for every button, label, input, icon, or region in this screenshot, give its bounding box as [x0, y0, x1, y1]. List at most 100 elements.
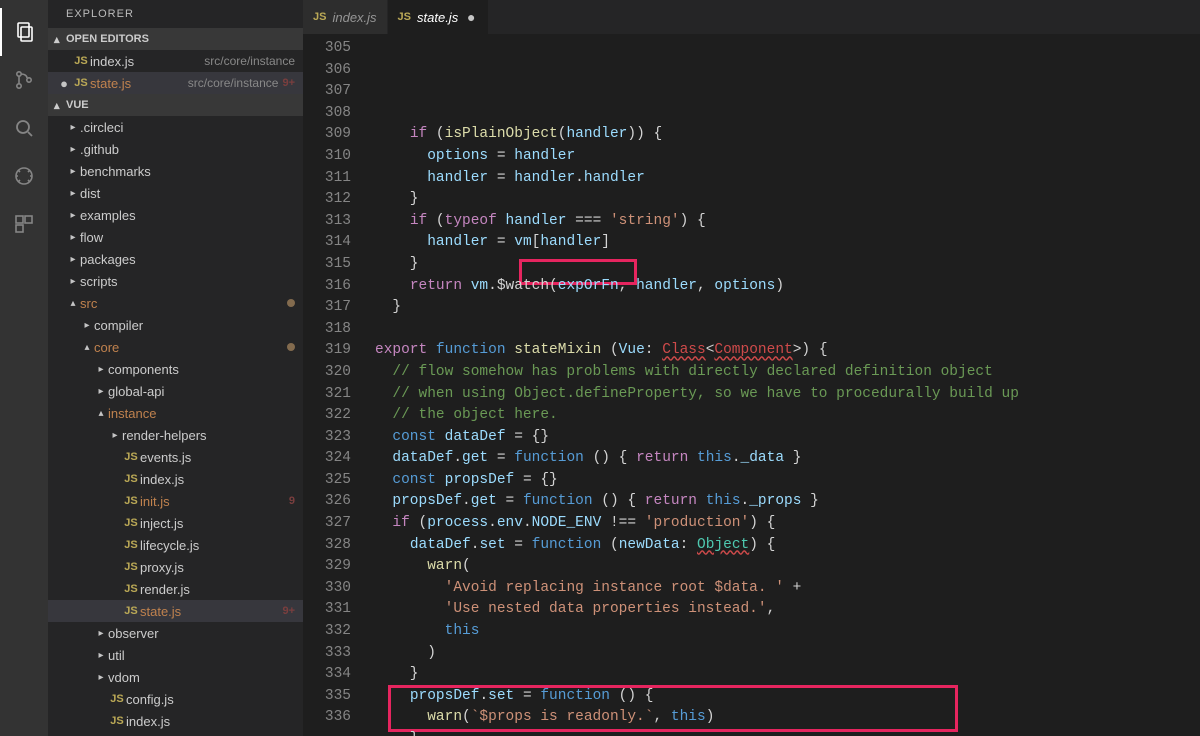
folder-item[interactable]: ▸vdom — [48, 666, 303, 688]
folder-item[interactable]: ▸benchmarks — [48, 160, 303, 182]
twisty-icon: ▸ — [66, 122, 80, 133]
code-line[interactable]: warn(`$props is readonly.`, this) — [375, 707, 1200, 729]
code-line[interactable]: propsDef.get = function () { return this… — [375, 491, 1200, 513]
editor-tab[interactable]: JSstate.js● — [388, 0, 490, 34]
twisty-icon: ▸ — [80, 320, 94, 331]
activity-debug-icon[interactable] — [0, 152, 48, 200]
file-tree: ▸.circleci▸.github▸benchmarks▸dist▸examp… — [48, 116, 303, 732]
file-item[interactable]: JSproxy.js — [48, 556, 303, 578]
code-line[interactable]: 'Avoid replacing instance root $data. ' … — [375, 578, 1200, 600]
line-number: 330 — [303, 578, 351, 600]
twisty-icon: ▴ — [80, 342, 94, 353]
code-line[interactable]: } — [375, 189, 1200, 211]
code-line[interactable]: export function stateMixin (Vue: Class<C… — [375, 340, 1200, 362]
line-number: 331 — [303, 599, 351, 621]
activity-search-icon[interactable] — [0, 104, 48, 152]
code-editor[interactable]: 3053063073083093103113123133143153163173… — [303, 34, 1200, 736]
folder-item[interactable]: ▸dist — [48, 182, 303, 204]
line-number: 312 — [303, 189, 351, 211]
file-item[interactable]: JSlifecycle.js — [48, 534, 303, 556]
folder-item[interactable]: ▸.circleci — [48, 116, 303, 138]
code-line[interactable]: propsDef.set = function () { — [375, 686, 1200, 708]
open-editor-item[interactable]: ●JSstate.jssrc/core/instance9+ — [48, 72, 303, 94]
tree-item-label: events.js — [140, 450, 295, 465]
code-line[interactable]: dataDef.set = function (newData: Object)… — [375, 535, 1200, 557]
file-item[interactable]: JSindex.js — [48, 468, 303, 490]
tree-item-label: examples — [80, 208, 295, 223]
twisty-icon: ▴ — [94, 408, 108, 419]
code-content[interactable]: if (isPlainObject(handler)) { options = … — [375, 34, 1200, 736]
file-item[interactable]: JSinit.js9 — [48, 490, 303, 512]
folder-item[interactable]: ▸global-api — [48, 380, 303, 402]
folder-item[interactable]: ▸components — [48, 358, 303, 380]
section-open-editors-label: OPEN EDITORS — [66, 33, 149, 45]
tree-item-label: init.js — [140, 494, 285, 509]
activity-extensions-icon[interactable] — [0, 200, 48, 248]
tab-filename: state.js — [417, 10, 458, 25]
twisty-icon: ▸ — [94, 364, 108, 375]
folder-item[interactable]: ▸compiler — [48, 314, 303, 336]
section-project[interactable]: ▴ VUE — [48, 94, 303, 116]
code-line[interactable]: dataDef.get = function () { return this.… — [375, 448, 1200, 470]
folder-item[interactable]: ▸flow — [48, 226, 303, 248]
folder-item[interactable]: ▴core — [48, 336, 303, 358]
activity-scm-icon[interactable] — [0, 56, 48, 104]
tree-item-label: compiler — [94, 318, 295, 333]
line-number: 321 — [303, 384, 351, 406]
file-item[interactable]: JSconfig.js — [48, 688, 303, 710]
code-line[interactable]: this — [375, 621, 1200, 643]
folder-item[interactable]: ▸.github — [48, 138, 303, 160]
line-number: 308 — [303, 103, 351, 125]
folder-item[interactable]: ▸observer — [48, 622, 303, 644]
code-line[interactable]: const dataDef = {} — [375, 427, 1200, 449]
open-editor-item[interactable]: JSindex.jssrc/core/instance — [48, 50, 303, 72]
code-line[interactable] — [375, 319, 1200, 341]
line-number: 317 — [303, 297, 351, 319]
code-line[interactable]: warn( — [375, 556, 1200, 578]
code-line[interactable]: if (isPlainObject(handler)) { — [375, 124, 1200, 146]
code-line[interactable]: ) — [375, 643, 1200, 665]
code-line[interactable]: // flow somehow has problems with direct… — [375, 362, 1200, 384]
close-icon[interactable]: ● — [56, 76, 72, 91]
code-line[interactable]: } — [375, 729, 1200, 736]
tree-item-label: observer — [108, 626, 295, 641]
code-line[interactable]: return vm.$watch(expOrFn, handler, optio… — [375, 276, 1200, 298]
code-line[interactable]: 'Use nested data properties instead.', — [375, 599, 1200, 621]
editor-tab[interactable]: JSindex.js — [303, 0, 388, 34]
code-line[interactable]: handler = handler.handler — [375, 168, 1200, 190]
code-line[interactable]: options = handler — [375, 146, 1200, 168]
file-item[interactable]: JSinject.js — [48, 512, 303, 534]
modified-dot-icon — [287, 299, 295, 307]
section-open-editors[interactable]: ▴ OPEN EDITORS — [48, 28, 303, 50]
code-line[interactable]: if (process.env.NODE_ENV !== 'production… — [375, 513, 1200, 535]
file-item[interactable]: JSstate.js9+ — [48, 600, 303, 622]
folder-item[interactable]: ▴instance — [48, 402, 303, 424]
folder-item[interactable]: ▸scripts — [48, 270, 303, 292]
activity-explorer-icon[interactable] — [0, 8, 48, 56]
file-item[interactable]: JSevents.js — [48, 446, 303, 468]
line-number: 323 — [303, 427, 351, 449]
file-item[interactable]: JSindex.js — [48, 710, 303, 732]
line-number: 329 — [303, 556, 351, 578]
code-line[interactable]: const propsDef = {} — [375, 470, 1200, 492]
code-line[interactable]: // the object here. — [375, 405, 1200, 427]
code-line[interactable]: if (typeof handler === 'string') { — [375, 211, 1200, 233]
code-line[interactable]: } — [375, 664, 1200, 686]
folder-item[interactable]: ▴src — [48, 292, 303, 314]
code-line[interactable]: handler = vm[handler] — [375, 232, 1200, 254]
line-number: 315 — [303, 254, 351, 276]
folder-item[interactable]: ▸examples — [48, 204, 303, 226]
twisty-icon: ▸ — [66, 144, 80, 155]
code-line[interactable]: } — [375, 297, 1200, 319]
folder-item[interactable]: ▸packages — [48, 248, 303, 270]
line-number: 318 — [303, 319, 351, 341]
tree-item-label: render.js — [140, 582, 295, 597]
twisty-icon: ▸ — [108, 430, 122, 441]
file-item[interactable]: JSrender.js — [48, 578, 303, 600]
tab-modified-icon[interactable]: ● — [464, 9, 478, 25]
tree-item-label: index.js — [140, 472, 295, 487]
folder-item[interactable]: ▸util — [48, 644, 303, 666]
code-line[interactable]: // when using Object.defineProperty, so … — [375, 384, 1200, 406]
folder-item[interactable]: ▸render-helpers — [48, 424, 303, 446]
code-line[interactable]: } — [375, 254, 1200, 276]
